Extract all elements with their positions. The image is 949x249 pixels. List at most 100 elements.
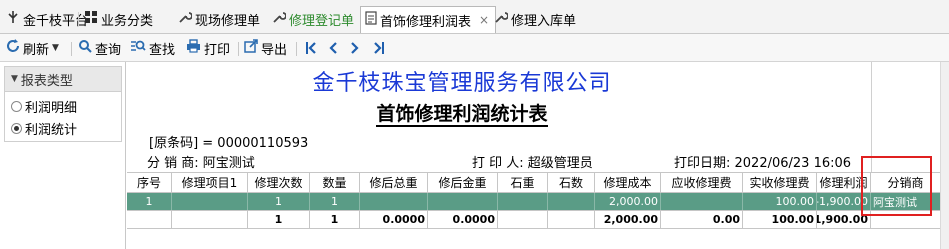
next-page-icon[interactable] (346, 39, 364, 57)
table-cell (548, 193, 595, 210)
table-cell: 100.00 (743, 193, 817, 210)
table-header-row: 序号 修理项目1 修理次数 数量 修后总重 修后金重 石重 石数 修理成本 应收… (127, 172, 949, 193)
table-cell: 100.00 (743, 211, 817, 228)
wrench-icon (272, 10, 287, 28)
table-cell (498, 193, 548, 210)
tab-profit-report[interactable]: 首饰修理利润表 × (360, 6, 497, 33)
printer-icon (186, 39, 201, 57)
app-logo-icon (6, 10, 20, 28)
radio-profit-statistics[interactable]: 利润统计 (11, 119, 77, 138)
last-page-icon[interactable] (370, 39, 388, 57)
export-icon (244, 39, 258, 57)
query-label: 查询 (95, 42, 122, 58)
previous-page-icon[interactable] (324, 39, 342, 57)
distributor-line: 分 销 商: 阿宝测试 (147, 156, 255, 171)
radio-checked-icon (11, 123, 22, 134)
report-type-panel: ▼ 报表类型 利润明细 利润统计 (0, 62, 126, 249)
wrench-icon (494, 10, 509, 28)
column-header[interactable]: 石数 (548, 173, 595, 192)
table-cell: 1 (248, 211, 310, 228)
toolbar: 刷新 ▼ 查询 查找 打印 导出 (0, 34, 949, 62)
tab-label: 修理登记单 (289, 13, 355, 29)
first-page-icon[interactable] (302, 39, 320, 57)
profit-table: 序号 修理项目1 修理次数 数量 修后总重 修后金重 石重 石数 修理成本 应收… (127, 172, 949, 229)
table-cell: 1 (310, 193, 360, 210)
radio-label: 利润明细 (25, 101, 78, 116)
report-type-title: 报表类型 (20, 73, 73, 89)
column-header[interactable]: 修后金重 (428, 173, 498, 192)
wrench-icon (178, 10, 193, 28)
export-button[interactable]: 导出 (244, 39, 288, 58)
column-header[interactable]: 修理项目1 (172, 173, 248, 192)
table-cell: 1 (248, 193, 310, 210)
tab-repair-stock-in[interactable]: 修理入库单 (494, 8, 576, 30)
table-cell (172, 193, 248, 210)
report-type-header[interactable]: ▼ 报表类型 (4, 66, 122, 92)
highlight-box (861, 156, 932, 216)
print-label: 打印 (204, 42, 231, 58)
column-header[interactable]: 数量 (310, 173, 360, 192)
refresh-icon (6, 39, 20, 57)
vertical-scrollbar[interactable] (940, 62, 949, 249)
barcode-line: [原条码] = 00000110593 (149, 136, 309, 151)
find-label: 查找 (149, 42, 176, 58)
table-row[interactable]: 1 1 1 2,000.00 100.00 -1,900.00 阿宝测试 (127, 193, 949, 211)
column-header[interactable]: 修后总重 (360, 173, 428, 192)
tab-label: 修理入库单 (511, 13, 577, 29)
print-date-line: 打印日期: 2022/06/23 16:06 (674, 156, 852, 171)
chevron-down-icon[interactable]: ▼ (52, 43, 59, 53)
document-icon (365, 11, 377, 29)
find-button[interactable]: 查找 (130, 39, 176, 58)
radio-unchecked-icon (11, 101, 22, 112)
toolbar-divider (296, 42, 297, 56)
column-header[interactable]: 序号 (127, 173, 172, 192)
table-cell (661, 193, 743, 210)
close-icon[interactable]: × (479, 13, 489, 27)
report-view: 金千枝珠宝管理服务有限公司 首饰修理利润统计表 [原条码] = 00000110… (127, 62, 949, 249)
radio-label: 利润统计 (25, 123, 78, 138)
table-cell: 2,000.00 (595, 193, 661, 210)
table-cell: 0.0000 (428, 211, 498, 228)
radio-profit-detail[interactable]: 利润明细 (11, 97, 77, 116)
table-cell: 2,000.00 (595, 211, 661, 228)
table-cell (428, 193, 498, 210)
export-label: 导出 (261, 42, 288, 58)
refresh-label: 刷新 (23, 42, 50, 58)
column-header[interactable]: 修理次数 (248, 173, 310, 192)
table-cell: 0.0000 (360, 211, 428, 228)
table-cell (127, 211, 172, 228)
table-cell (548, 211, 595, 228)
column-header[interactable]: 修理成本 (595, 173, 661, 192)
toolbar-divider (238, 42, 239, 56)
tab-business-category[interactable]: 业务分类 (84, 8, 153, 30)
tab-platform[interactable]: 金千枝平台 (6, 8, 88, 30)
query-button[interactable]: 查询 (78, 39, 122, 58)
tab-divider (78, 12, 79, 26)
table-cell: 1 (127, 193, 172, 210)
tab-bar: 金千枝平台 业务分类 现场修理单 修理登记单 首饰修理利润表 × 修理入库单 (0, 0, 949, 34)
table-cell: 0.00 (661, 211, 743, 228)
tab-label: 现场修理单 (195, 13, 261, 29)
tab-label: 业务分类 (101, 13, 154, 29)
column-header[interactable]: 石重 (498, 173, 548, 192)
tab-onsite-repair[interactable]: 现场修理单 (178, 8, 260, 30)
search-icon (78, 39, 92, 57)
table-cell (172, 211, 248, 228)
report-type-options: 利润明细 利润统计 (4, 92, 122, 142)
report-title-text: 首饰修理利润统计表 (376, 103, 548, 127)
refresh-button[interactable]: 刷新 ▼ (6, 39, 59, 58)
table-cell (498, 211, 548, 228)
printer-line: 打 印 人: 超级管理员 (472, 156, 593, 171)
table-cell (360, 193, 428, 210)
tab-label: 首饰修理利润表 (380, 14, 472, 30)
collapse-icon: ▼ (11, 74, 18, 84)
column-header[interactable]: 应收修理费 (661, 173, 743, 192)
table-total-row[interactable]: 1 1 0.0000 0.0000 2,000.00 0.00 100.00 -… (127, 211, 949, 229)
print-button[interactable]: 打印 (186, 39, 231, 58)
toolbar-divider (71, 42, 72, 56)
table-cell: 1 (310, 211, 360, 228)
company-name: 金千枝珠宝管理服务有限公司 (312, 71, 612, 96)
find-icon (130, 39, 146, 57)
column-header[interactable]: 实收修理费 (743, 173, 817, 192)
tab-repair-register[interactable]: 修理登记单 (272, 8, 354, 30)
